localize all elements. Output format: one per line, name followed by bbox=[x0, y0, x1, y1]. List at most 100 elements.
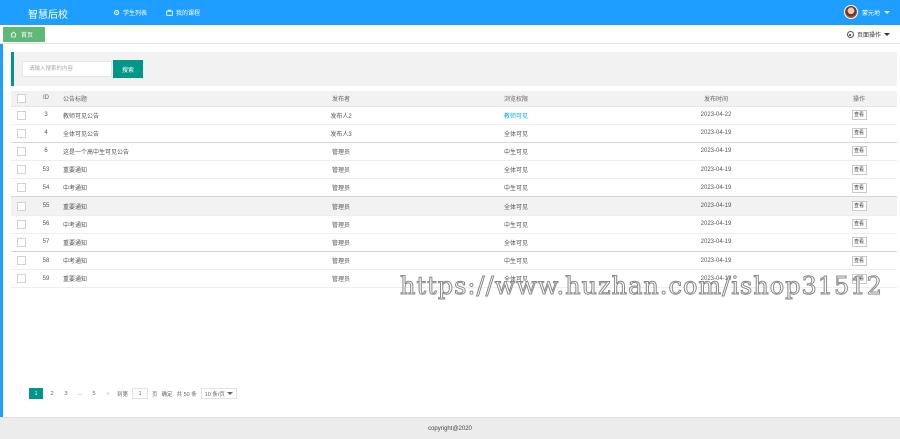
next-page-button[interactable]: › bbox=[103, 388, 113, 399]
row-actions-cell: 查看 bbox=[821, 251, 897, 271]
row-publisher: 管理员 bbox=[261, 142, 421, 162]
select-all-checkbox[interactable] bbox=[16, 93, 26, 103]
row-publish-time: 2023-04-22 bbox=[611, 106, 821, 125]
table-row[interactable]: 54 中考通知 管理员 中生可见 2023-04-19 查看 bbox=[11, 178, 897, 198]
gear-icon bbox=[113, 9, 120, 16]
user-menu[interactable]: 蒙元地 bbox=[843, 5, 890, 19]
goto-page-input[interactable]: 1 bbox=[132, 388, 149, 399]
table-row[interactable]: 55 重要通知 管理员 全体可见 2023-04-19 查看 bbox=[11, 196, 897, 216]
row-title: 中考通知 bbox=[61, 215, 261, 234]
row-checkbox[interactable] bbox=[16, 201, 26, 211]
row-publisher: 管理员 bbox=[261, 233, 421, 253]
view-button[interactable]: 查看 bbox=[851, 237, 867, 248]
tab-home[interactable]: 首页 bbox=[3, 27, 45, 42]
row-checkbox[interactable] bbox=[16, 183, 26, 193]
goto-confirm-button[interactable]: 确定 bbox=[162, 390, 173, 398]
row-checkbox-cell bbox=[11, 269, 31, 289]
col-publish-time: 发布时间 bbox=[611, 91, 821, 107]
view-button[interactable]: 查看 bbox=[851, 182, 867, 193]
table-row[interactable]: 3 教师可见公告 发布人2 教师可见 2023-04-22 查看 bbox=[11, 106, 897, 125]
row-checkbox[interactable] bbox=[16, 237, 26, 247]
table-row[interactable]: 53 重要通知 管理员 全体可见 2023-04-19 查看 bbox=[11, 160, 897, 180]
view-button[interactable]: 查看 bbox=[851, 201, 867, 212]
col-actions: 操作 bbox=[821, 91, 897, 107]
nav-student-list-label: 学生列表 bbox=[123, 11, 148, 17]
row-publish-time: 2023-04-19 bbox=[611, 215, 821, 234]
row-audience: 全体可见 bbox=[421, 196, 611, 216]
pagination-ellipsis: … bbox=[77, 390, 83, 397]
view-button[interactable]: 查看 bbox=[851, 128, 867, 139]
row-id: 58 bbox=[31, 251, 61, 271]
row-publish-time: 2023-04-19 bbox=[611, 196, 821, 216]
row-audience[interactable]: 教师可见 bbox=[421, 106, 611, 125]
prev-page-button[interactable]: ‹ bbox=[15, 388, 25, 399]
app-logo[interactable]: 智慧后校 bbox=[28, 6, 68, 21]
row-checkbox[interactable] bbox=[16, 219, 26, 229]
table-header-row: ID 公告标题 发布者 浏览权限 发布时间 操作 bbox=[11, 91, 897, 107]
nav-my-courses[interactable]: 我的课程 bbox=[166, 8, 200, 17]
row-audience: 全体可见 bbox=[421, 233, 611, 253]
row-title: 重要通知 bbox=[61, 160, 261, 180]
view-button[interactable]: 查看 bbox=[851, 164, 867, 175]
view-button[interactable]: 查看 bbox=[851, 219, 867, 230]
select-all-checkbox-cell bbox=[11, 91, 31, 107]
main-panel: 搜索 ID 公告标题 发布者 浏览权限 发布时间 操作 3教师可见公告发布人2教… bbox=[3, 44, 900, 417]
view-button[interactable]: 查看 bbox=[851, 255, 867, 266]
row-checkbox[interactable] bbox=[16, 256, 26, 266]
total-count: 共 50 条 bbox=[176, 391, 197, 398]
row-audience: 中生可见 bbox=[421, 142, 611, 162]
table-row[interactable]: 56 中考通知 管理员 中生可见 2023-04-19 查看 bbox=[11, 215, 897, 234]
row-id: 54 bbox=[31, 178, 61, 198]
row-id: 57 bbox=[31, 233, 61, 253]
row-checkbox[interactable] bbox=[16, 165, 26, 175]
row-checkbox[interactable] bbox=[16, 128, 26, 138]
page-size-value: 10 条/页 bbox=[204, 391, 225, 398]
avatar bbox=[843, 5, 858, 19]
home-icon bbox=[10, 31, 17, 38]
table-row[interactable]: 57 重要通知 管理员 全体可见 2023-04-19 查看 bbox=[11, 233, 897, 253]
table-row[interactable]: 58 中考通知 管理员 中生可见 2023-04-19 查看 bbox=[11, 251, 897, 271]
page-button-2[interactable]: 2 bbox=[47, 388, 57, 399]
row-publish-time: 2023-04-19 bbox=[611, 160, 821, 180]
page-button-1[interactable]: 1 bbox=[29, 388, 43, 399]
row-title: 中考通知 bbox=[61, 178, 261, 198]
row-title: 重要通知 bbox=[61, 233, 261, 253]
row-audience: 中生可见 bbox=[421, 178, 611, 198]
nav-student-list[interactable]: 学生列表 bbox=[113, 8, 147, 17]
page-operations-menu[interactable]: 页面操作 bbox=[846, 30, 890, 39]
search-input[interactable] bbox=[22, 61, 112, 77]
view-button[interactable]: 查看 bbox=[851, 110, 867, 121]
page-size-select[interactable]: 10 条/页 bbox=[200, 388, 237, 399]
target-icon bbox=[846, 31, 854, 38]
chevron-down-icon bbox=[226, 392, 233, 395]
briefcase-icon bbox=[166, 9, 173, 16]
row-publish-time: 2023-04-19 bbox=[611, 142, 821, 162]
row-publisher: 管理员 bbox=[261, 178, 421, 198]
table-row[interactable]: 6 这是一个高中生可见公告 管理员 中生可见 2023-04-19 查看 bbox=[11, 142, 897, 162]
row-title: 这是一个高中生可见公告 bbox=[61, 142, 261, 162]
page-button-3[interactable]: 3 bbox=[61, 388, 71, 399]
search-button[interactable]: 搜索 bbox=[113, 60, 143, 78]
row-publisher: 管理员 bbox=[261, 160, 421, 180]
view-button[interactable]: 查看 bbox=[851, 146, 867, 157]
row-checkbox[interactable] bbox=[16, 110, 26, 120]
row-checkbox-cell bbox=[11, 251, 31, 271]
row-checkbox[interactable] bbox=[16, 146, 26, 156]
row-checkbox[interactable] bbox=[16, 274, 26, 284]
row-publisher: 管理员 bbox=[261, 215, 421, 234]
row-id: 56 bbox=[31, 215, 61, 234]
row-actions-cell: 查看 bbox=[821, 106, 897, 125]
row-title: 教师可见公告 bbox=[61, 106, 261, 125]
row-publish-time: 2023-04-19 bbox=[611, 178, 821, 198]
page-button-last[interactable]: 5 bbox=[89, 388, 99, 399]
watermark: https://www.huzhan.com/ishop31512 bbox=[400, 272, 883, 301]
search-bar: 搜索 bbox=[11, 52, 897, 86]
table-row[interactable]: 4 全体可见公告 发布人3 全体可见 2023-04-19 查看 bbox=[11, 124, 897, 143]
row-checkbox-cell bbox=[11, 233, 31, 253]
copyright-text: copyright@2020 bbox=[428, 426, 472, 432]
row-actions-cell: 查看 bbox=[821, 160, 897, 180]
row-actions-cell: 查看 bbox=[821, 178, 897, 198]
page-operations-label: 页面操作 bbox=[856, 33, 881, 39]
row-checkbox-cell bbox=[11, 215, 31, 234]
row-checkbox-cell bbox=[11, 106, 31, 125]
